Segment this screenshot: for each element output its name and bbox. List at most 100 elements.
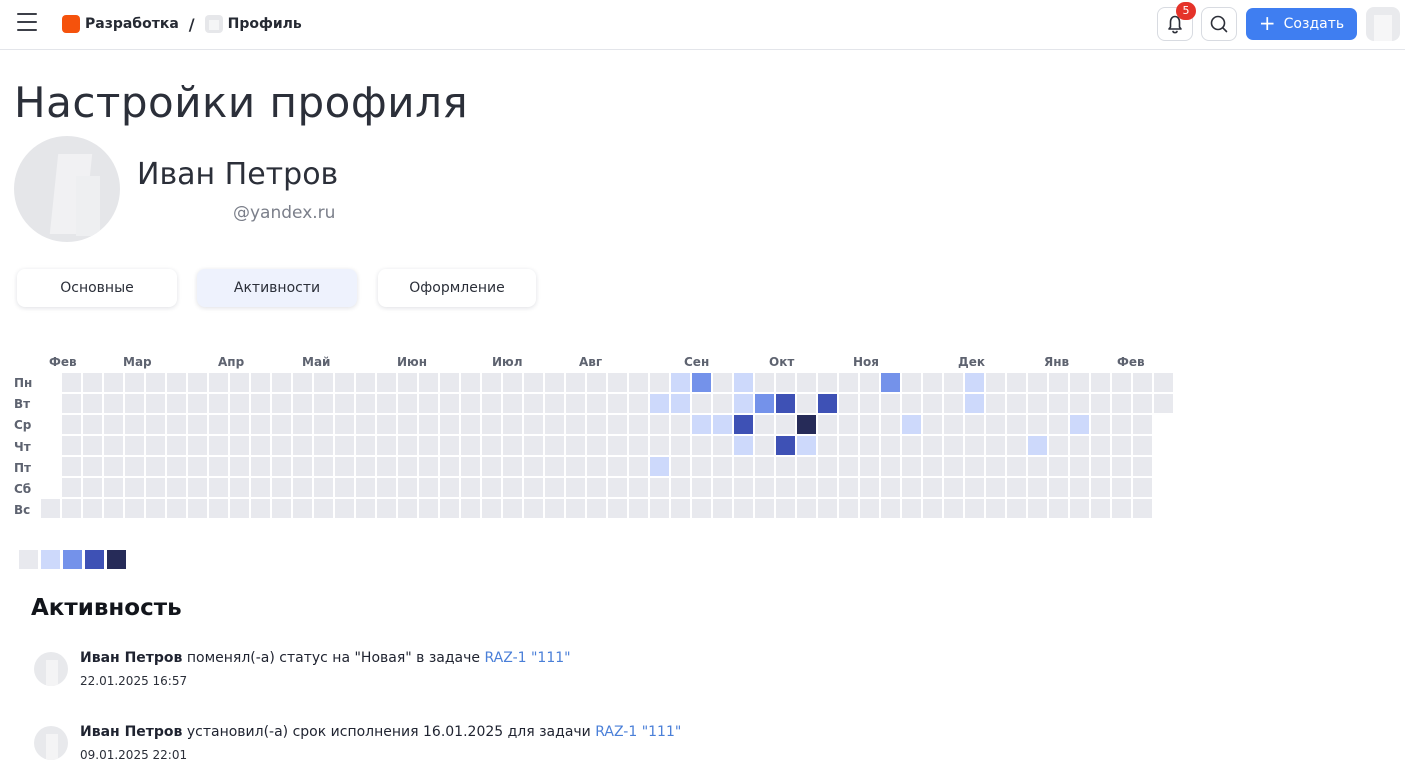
heatmap-cell[interactable]: [797, 436, 816, 455]
heatmap-cell[interactable]: [965, 478, 984, 497]
heatmap-cell[interactable]: [482, 457, 501, 476]
heatmap-cell[interactable]: [881, 415, 900, 434]
heatmap-cell[interactable]: [734, 415, 753, 434]
heatmap-cell[interactable]: [125, 415, 144, 434]
heatmap-cell[interactable]: [377, 415, 396, 434]
heatmap-cell[interactable]: [335, 436, 354, 455]
heatmap-cell[interactable]: [1049, 499, 1068, 518]
heatmap-cell[interactable]: [1070, 478, 1089, 497]
heatmap-cell[interactable]: [188, 436, 207, 455]
heatmap-cell[interactable]: [1133, 499, 1152, 518]
heatmap-cell[interactable]: [377, 436, 396, 455]
heatmap-cell[interactable]: [902, 394, 921, 413]
heatmap-cell[interactable]: [314, 373, 333, 392]
heatmap-cell[interactable]: [125, 436, 144, 455]
heatmap-cell[interactable]: [1049, 373, 1068, 392]
heatmap-cell[interactable]: [335, 457, 354, 476]
heatmap-cell[interactable]: [545, 499, 564, 518]
heatmap-cell[interactable]: [524, 436, 543, 455]
heatmap-cell[interactable]: [440, 415, 459, 434]
heatmap-cell[interactable]: [1112, 457, 1131, 476]
heatmap-cell[interactable]: [692, 499, 711, 518]
heatmap-cell[interactable]: [272, 457, 291, 476]
heatmap-cell[interactable]: [83, 457, 102, 476]
heatmap-cell[interactable]: [188, 394, 207, 413]
notifications-button[interactable]: 5: [1157, 2, 1196, 41]
heatmap-cell[interactable]: [104, 415, 123, 434]
create-button[interactable]: + Создать: [1246, 8, 1357, 40]
heatmap-cell[interactable]: [230, 457, 249, 476]
heatmap-cell[interactable]: [314, 415, 333, 434]
heatmap-cell[interactable]: [881, 394, 900, 413]
heatmap-cell[interactable]: [923, 415, 942, 434]
heatmap-cell[interactable]: [440, 499, 459, 518]
search-button[interactable]: [1201, 7, 1237, 41]
heatmap-cell[interactable]: [566, 436, 585, 455]
heatmap-cell[interactable]: [986, 478, 1005, 497]
heatmap-cell[interactable]: [797, 499, 816, 518]
heatmap-cell[interactable]: [440, 478, 459, 497]
heatmap-cell[interactable]: [629, 457, 648, 476]
heatmap-cell[interactable]: [566, 373, 585, 392]
heatmap-cell[interactable]: [545, 478, 564, 497]
heatmap-cell[interactable]: [1154, 394, 1173, 413]
heatmap-cell[interactable]: [944, 436, 963, 455]
heatmap-cell[interactable]: [209, 394, 228, 413]
heatmap-cell[interactable]: [650, 394, 669, 413]
heatmap-cell[interactable]: [902, 457, 921, 476]
heatmap-cell[interactable]: [104, 457, 123, 476]
heatmap-cell[interactable]: [860, 415, 879, 434]
heatmap-cell[interactable]: [209, 436, 228, 455]
heatmap-cell[interactable]: [83, 478, 102, 497]
heatmap-cell[interactable]: [818, 499, 837, 518]
heatmap-cell[interactable]: [293, 436, 312, 455]
heatmap-cell[interactable]: [650, 457, 669, 476]
heatmap-cell[interactable]: [755, 373, 774, 392]
heatmap-cell[interactable]: [503, 394, 522, 413]
heatmap-cell[interactable]: [293, 415, 312, 434]
heatmap-cell[interactable]: [1070, 394, 1089, 413]
heatmap-cell[interactable]: [986, 394, 1005, 413]
heatmap-cell[interactable]: [902, 436, 921, 455]
heatmap-cell[interactable]: [881, 499, 900, 518]
heatmap-cell[interactable]: [692, 415, 711, 434]
heatmap-cell[interactable]: [944, 478, 963, 497]
heatmap-cell[interactable]: [461, 457, 480, 476]
heatmap-cell[interactable]: [587, 394, 606, 413]
heatmap-cell[interactable]: [713, 457, 732, 476]
heatmap-cell[interactable]: [566, 478, 585, 497]
heatmap-cell[interactable]: [419, 478, 438, 497]
heatmap-cell[interactable]: [545, 394, 564, 413]
heatmap-cell[interactable]: [923, 499, 942, 518]
heatmap-cell[interactable]: [104, 499, 123, 518]
heatmap-cell[interactable]: [62, 436, 81, 455]
heatmap-cell[interactable]: [986, 499, 1005, 518]
heatmap-cell[interactable]: [251, 436, 270, 455]
heatmap-cell[interactable]: [755, 457, 774, 476]
heatmap-cell[interactable]: [356, 457, 375, 476]
heatmap-cell[interactable]: [209, 478, 228, 497]
heatmap-cell[interactable]: [62, 499, 81, 518]
heatmap-cell[interactable]: [524, 394, 543, 413]
heatmap-cell[interactable]: [1049, 457, 1068, 476]
heatmap-cell[interactable]: [587, 457, 606, 476]
heatmap-cell[interactable]: [587, 415, 606, 434]
heatmap-cell[interactable]: [776, 373, 795, 392]
heatmap-cell[interactable]: [167, 478, 186, 497]
heatmap-cell[interactable]: [1049, 394, 1068, 413]
heatmap-cell[interactable]: [587, 436, 606, 455]
heatmap-cell[interactable]: [251, 457, 270, 476]
heatmap-cell[interactable]: [545, 457, 564, 476]
heatmap-cell[interactable]: [377, 499, 396, 518]
heatmap-cell[interactable]: [1133, 373, 1152, 392]
heatmap-cell[interactable]: [566, 457, 585, 476]
heatmap-cell[interactable]: [188, 415, 207, 434]
heatmap-cell[interactable]: [545, 436, 564, 455]
heatmap-cell[interactable]: [356, 478, 375, 497]
heatmap-cell[interactable]: [83, 415, 102, 434]
heatmap-cell[interactable]: [860, 499, 879, 518]
heatmap-cell[interactable]: [209, 457, 228, 476]
heatmap-cell[interactable]: [734, 457, 753, 476]
heatmap-cell[interactable]: [230, 499, 249, 518]
heatmap-cell[interactable]: [1070, 499, 1089, 518]
